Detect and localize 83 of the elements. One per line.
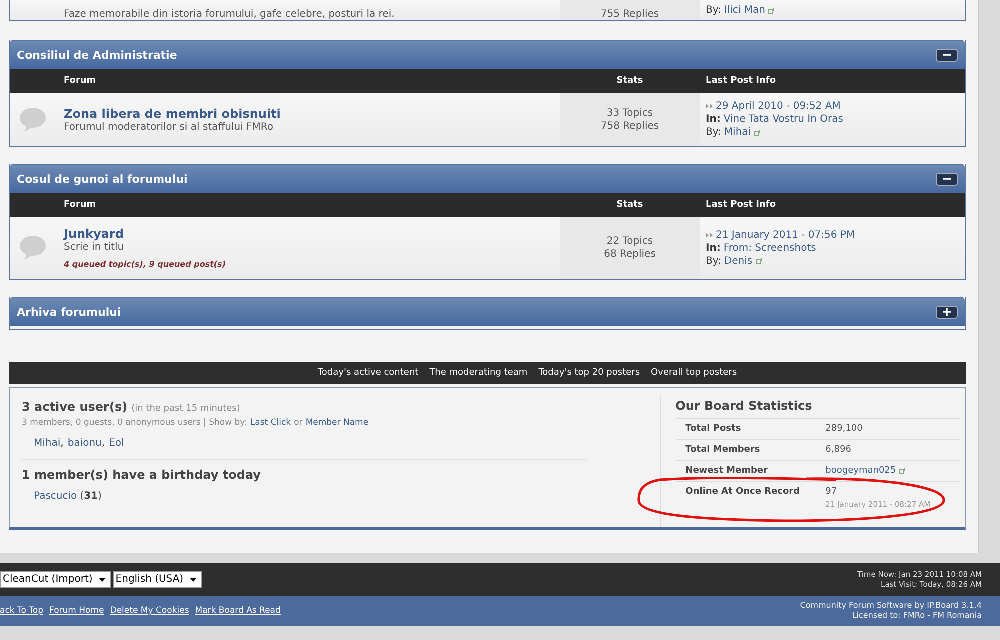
queued-notice: 4 queued topic(s), 9 queued post(s) xyxy=(64,260,227,269)
topics-count: 22 Topics xyxy=(606,235,654,248)
by-label: By: xyxy=(706,126,722,139)
topics-count: 33 Topics xyxy=(606,106,654,120)
user-link[interactable]: Eol xyxy=(109,438,124,449)
member-age: (31) xyxy=(80,491,102,502)
user-link[interactable]: Mihai xyxy=(34,438,61,449)
stats-link[interactable]: Today's active content xyxy=(318,368,419,378)
forum-description: Faze memorabile din istoria forumului, gafe celebre, posturi la rei. xyxy=(64,10,396,20)
expand-button[interactable] xyxy=(936,306,958,318)
caret-icon xyxy=(190,578,197,582)
double-arrow-icon xyxy=(706,232,713,238)
stat-value: 97 xyxy=(826,487,838,497)
external-link-icon[interactable] xyxy=(756,258,762,264)
column-label: Last Post Info xyxy=(705,200,778,210)
forum-title-link[interactable]: Zona libera de membri obisnuiti xyxy=(64,106,552,120)
stats-link[interactable]: The moderating team xyxy=(430,368,528,378)
forum-description: Scrie in titlu xyxy=(64,242,126,253)
member-name-link[interactable]: Member Name xyxy=(306,418,369,428)
replies-count: 755 Replies xyxy=(600,10,660,20)
in-label: In: xyxy=(706,242,721,254)
minus-icon xyxy=(943,51,951,59)
footer-link[interactable]: Mark Board As Read xyxy=(195,606,281,616)
footer-link[interactable]: Forum Home xyxy=(50,606,104,616)
author-link[interactable]: Mihai xyxy=(724,126,752,139)
language-select[interactable]: English (USA) xyxy=(112,571,202,588)
board-stats-heading: Our Board Statistics xyxy=(676,399,814,413)
column-label: Forum xyxy=(63,76,98,86)
author-link[interactable]: Denis xyxy=(724,254,753,268)
stat-label: Total Posts xyxy=(686,424,742,434)
by-label: By: xyxy=(706,4,722,17)
stat-label: Newest Member xyxy=(686,466,769,476)
comma-separator: , xyxy=(60,438,64,449)
stat-value: 6,896 xyxy=(826,445,852,455)
category-title: Arhiva forumului xyxy=(17,306,122,318)
birthday-member-link[interactable]: Pascucio xyxy=(34,491,78,502)
minus-icon xyxy=(943,175,951,183)
stat-label: Online At Once Record xyxy=(686,487,802,499)
external-link-icon[interactable] xyxy=(768,8,774,14)
double-arrow-icon xyxy=(706,104,713,109)
in-label: In: xyxy=(706,113,721,126)
column-label: Stats xyxy=(616,76,644,86)
last-post-date-link[interactable]: 29 April 2010 - 09:52 AM xyxy=(716,100,841,113)
by-label: By: xyxy=(706,254,722,268)
collapse-button[interactable] xyxy=(936,172,958,186)
stat-value: 289,100 xyxy=(826,424,864,434)
author-link[interactable]: Ilici Man xyxy=(724,4,766,17)
powered-by-text: Community Forum Software by IP.Board 3.1.4 xyxy=(800,601,982,611)
footer-link[interactable]: ack To Top xyxy=(0,606,44,616)
forum-bubble-icon xyxy=(18,235,48,261)
last-click-link[interactable]: Last Click xyxy=(250,418,292,428)
plus-icon xyxy=(943,308,951,316)
member-link[interactable]: boogeyman025 xyxy=(826,466,896,476)
last-post-date-link[interactable]: 21 January 2011 - 07:56 PM xyxy=(716,228,856,242)
topic-link[interactable]: From: Screenshots xyxy=(724,242,816,254)
user-link[interactable]: baionu xyxy=(68,438,102,449)
stat-label: Total Members xyxy=(686,445,762,455)
footer-link[interactable]: Delete My Cookies xyxy=(110,606,190,616)
stats-link[interactable]: Today's top 20 posters xyxy=(538,368,640,378)
caret-icon xyxy=(98,578,106,582)
category-title: Cosul de gunoi al forumului xyxy=(17,172,188,186)
topic-link[interactable]: Vine Tata Vostru In Oras xyxy=(724,113,844,126)
birthday-heading: 1 member(s) have a birthday today xyxy=(22,468,262,482)
or-text: or xyxy=(294,418,303,428)
comma-separator: , xyxy=(102,438,106,449)
external-link-icon[interactable] xyxy=(899,468,906,474)
replies-count: 758 Replies xyxy=(600,120,660,132)
users-summary: 3 members, 0 guests, 0 anonymous users | Show by: xyxy=(22,418,248,428)
stats-link[interactable]: Overall top posters xyxy=(651,368,738,378)
forum-description: Forumul moderatorilor si al staffului FMRo xyxy=(64,122,275,132)
collapse-button[interactable] xyxy=(936,48,958,62)
active-users-timeframe: (in the past 15 minutes) xyxy=(132,404,240,414)
column-label: Last Post Info xyxy=(705,76,778,86)
replies-count: 68 Replies xyxy=(604,248,656,261)
license-text: Licensed to: FMRo - FM Romania xyxy=(852,611,982,621)
forum-bubble-icon xyxy=(18,106,48,132)
external-link-icon[interactable] xyxy=(754,130,760,136)
skin-select[interactable]: CleanCut (Import) xyxy=(0,571,111,588)
category-title: Consiliul de Administratie xyxy=(17,48,178,62)
active-users-heading: 3 active user(s) xyxy=(22,400,128,414)
forum-title-link[interactable]: Junkyard xyxy=(64,227,552,241)
column-label: Stats xyxy=(616,200,644,210)
column-label: Forum xyxy=(63,200,98,210)
